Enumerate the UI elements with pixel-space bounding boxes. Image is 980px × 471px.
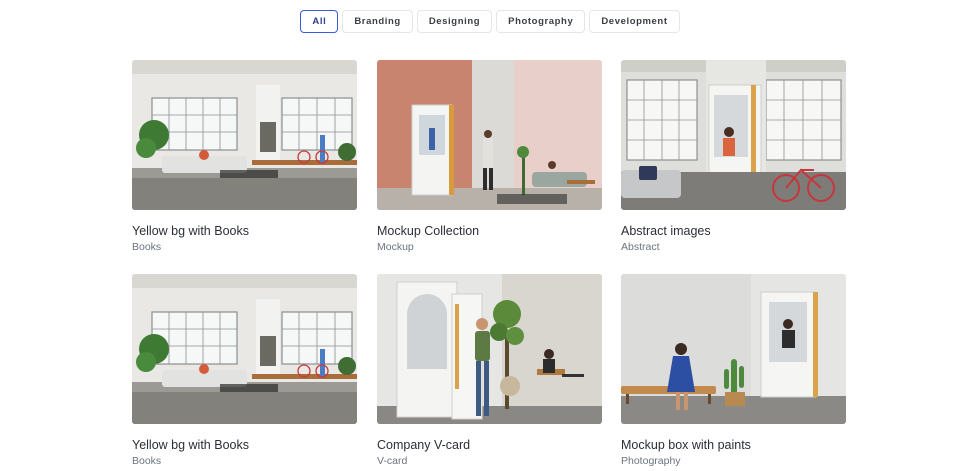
woman-on-bench-photo[interactable]: [621, 274, 846, 424]
card-category: V-card: [377, 455, 408, 467]
booth-with-bicycle-photo[interactable]: [621, 60, 846, 210]
card-title[interactable]: Company V-card: [377, 437, 602, 453]
card-title[interactable]: Yellow bg with Books: [132, 437, 357, 453]
loft-office-photo[interactable]: [132, 274, 357, 424]
card-category: Books: [132, 241, 162, 253]
man-at-booth-door-photo[interactable]: [377, 274, 602, 424]
portfolio-filter-bar: All Branding Designing Photography Devel…: [0, 10, 980, 33]
portfolio-card[interactable]: Abstract images Abstract: [621, 60, 846, 254]
filter-all[interactable]: All: [300, 10, 339, 33]
card-category: Books: [132, 455, 162, 467]
card-category: Photography: [621, 455, 681, 467]
loft-office-photo[interactable]: [132, 60, 357, 210]
portfolio-card[interactable]: Mockup box with paints Photography: [621, 274, 846, 468]
portfolio-card[interactable]: Yellow bg with Books Books: [132, 274, 357, 468]
card-title[interactable]: Yellow bg with Books: [132, 223, 357, 239]
portfolio-card[interactable]: Mockup Collection Mockup: [377, 60, 602, 254]
filter-development[interactable]: Development: [589, 10, 680, 33]
card-category: Abstract: [621, 241, 660, 253]
portfolio-card[interactable]: Company V-card V-card: [377, 274, 602, 468]
filter-designing[interactable]: Designing: [416, 10, 493, 33]
card-category: Mockup: [377, 241, 414, 253]
filter-photography[interactable]: Photography: [496, 10, 586, 33]
filter-branding[interactable]: Branding: [342, 10, 413, 33]
pink-room-booth-photo[interactable]: [377, 60, 602, 210]
card-title[interactable]: Mockup Collection: [377, 223, 602, 239]
card-title[interactable]: Abstract images: [621, 223, 846, 239]
portfolio-card[interactable]: Yellow bg with Books Books: [132, 60, 357, 254]
card-title[interactable]: Mockup box with paints: [621, 437, 846, 453]
